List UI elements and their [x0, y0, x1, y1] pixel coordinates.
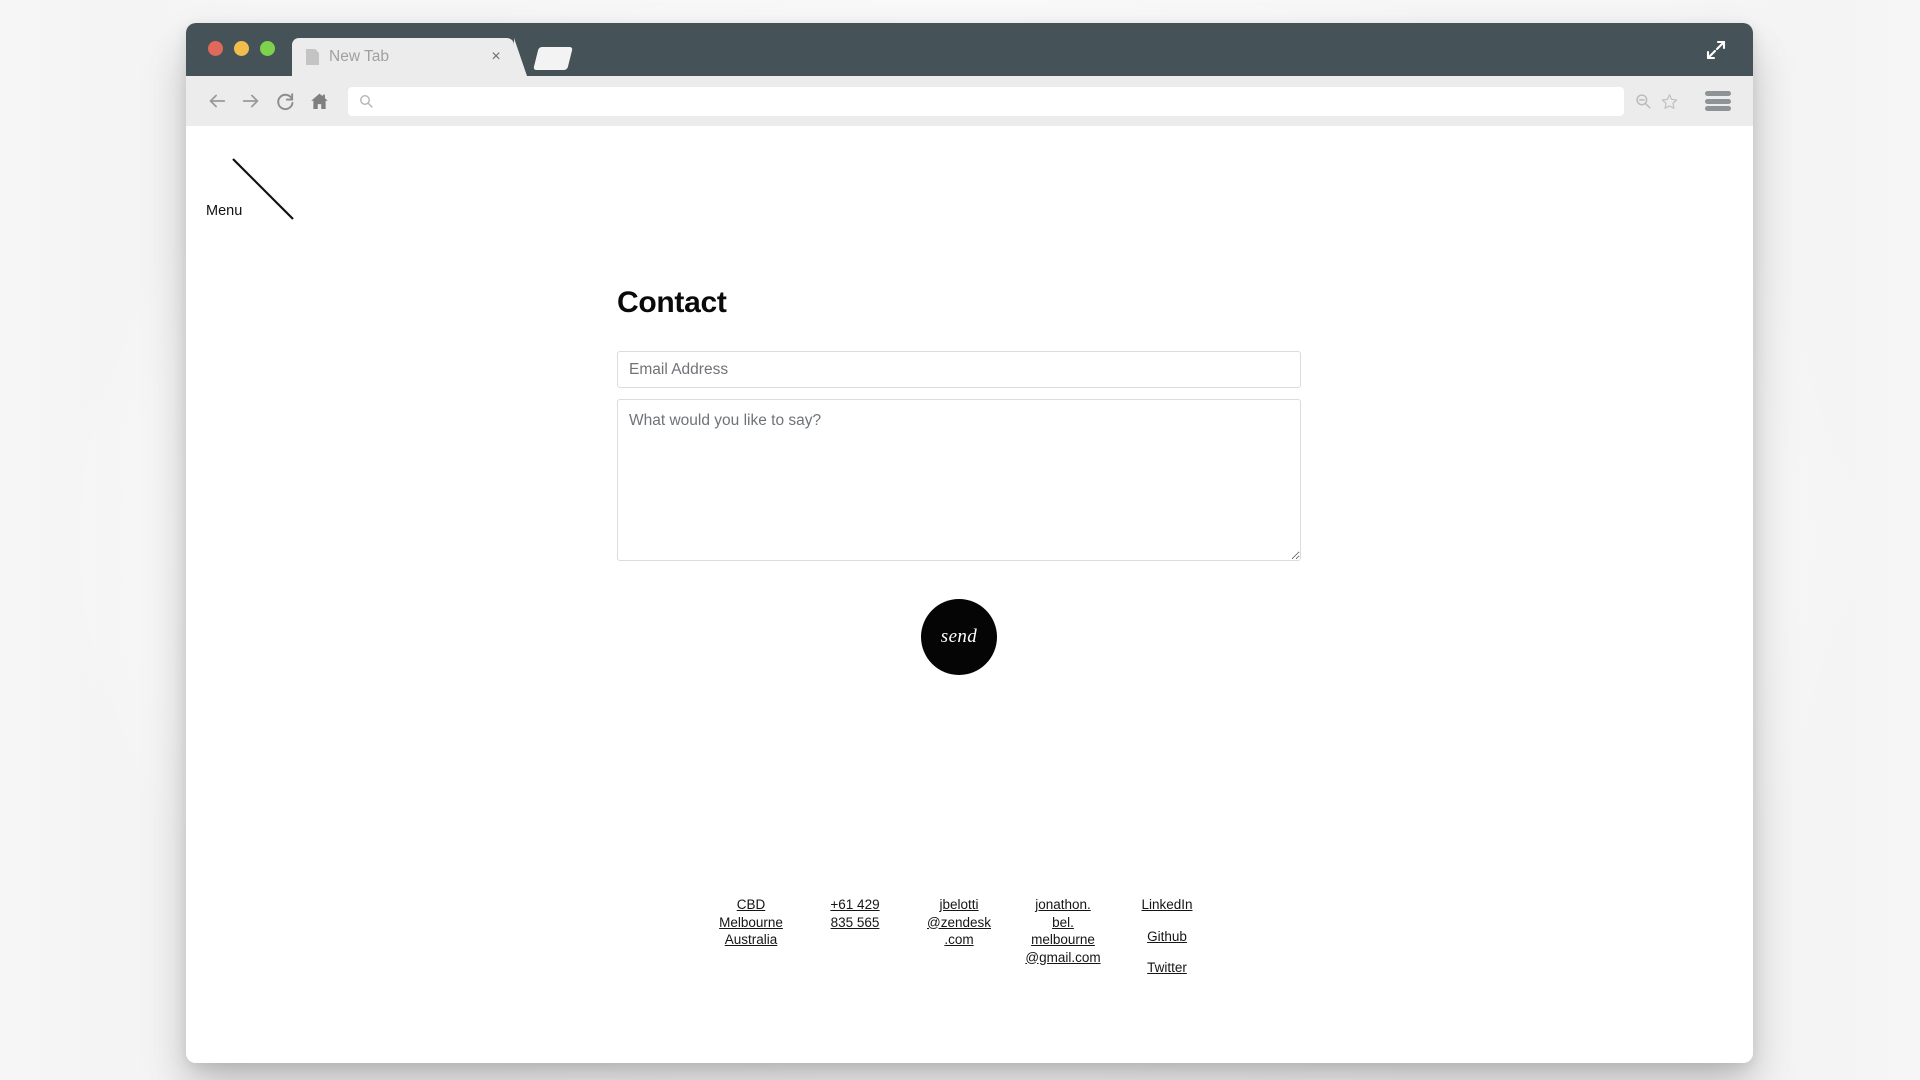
close-icon[interactable]: ×	[488, 49, 504, 65]
star-icon[interactable]	[1660, 92, 1679, 111]
page-title: Contact	[617, 286, 727, 319]
footer-column-personal-email: jonathon. bel. melbourne @gmail.com	[1011, 896, 1115, 977]
address-line-3[interactable]: Australia	[699, 931, 803, 949]
address-line-1[interactable]: CBD	[699, 896, 803, 914]
social-link-twitter[interactable]: Twitter	[1115, 959, 1219, 977]
arrow-right-icon	[242, 94, 259, 108]
tab-title: New Tab	[329, 48, 390, 65]
work-email-line-3[interactable]: .com	[907, 931, 1011, 949]
browser-window: New Tab × Menu Contact Email Address Wha…	[186, 23, 1753, 1063]
back-button[interactable]	[200, 84, 234, 118]
close-window-button[interactable]	[208, 41, 223, 56]
new-tab-button[interactable]	[533, 47, 573, 70]
home-icon	[310, 93, 328, 109]
reload-icon	[276, 92, 293, 110]
zoom-out-icon[interactable]	[1634, 92, 1652, 110]
social-link-github[interactable]: Github	[1115, 928, 1219, 946]
forward-button[interactable]	[234, 84, 268, 118]
window-controls	[208, 41, 275, 56]
tab-new-tab[interactable]: New Tab ×	[292, 38, 527, 76]
address-line-2[interactable]: Melbourne	[699, 914, 803, 932]
footer-column-phone: +61 429 835 565	[803, 896, 907, 977]
url-input[interactable]	[382, 86, 1614, 116]
footer-column-social: LinkedIn Github Twitter	[1115, 896, 1219, 977]
page-viewport: Menu Contact send CBD Melbourne Australi…	[186, 126, 1753, 1063]
work-email-line-1[interactable]: jbelotti	[907, 896, 1011, 914]
home-button[interactable]	[302, 84, 336, 118]
contact-footer: CBD Melbourne Australia +61 429 835 565 …	[617, 896, 1301, 977]
browser-toolbar	[186, 76, 1753, 126]
personal-email-line-4[interactable]: @gmail.com	[1011, 949, 1115, 967]
personal-email-line-1[interactable]: jonathon.	[1011, 896, 1115, 914]
tab-strip: New Tab ×	[292, 38, 573, 76]
site-menu-toggle[interactable]: Menu	[206, 152, 316, 232]
send-button-wrapper: send	[617, 599, 1301, 675]
social-link-linkedin[interactable]: LinkedIn	[1115, 896, 1219, 914]
email-field[interactable]	[617, 351, 1301, 388]
address-bar[interactable]	[348, 86, 1624, 116]
message-field[interactable]	[617, 399, 1301, 561]
search-icon	[358, 93, 374, 109]
footer-column-work-email: jbelotti @zendesk .com	[907, 896, 1011, 977]
address-bar-actions	[1634, 92, 1679, 111]
work-email-line-2[interactable]: @zendesk	[907, 914, 1011, 932]
minimize-window-button[interactable]	[234, 41, 249, 56]
document-icon	[306, 49, 319, 65]
browser-title-bar: New Tab ×	[186, 23, 1753, 76]
footer-column-address: CBD Melbourne Australia	[699, 896, 803, 977]
send-button[interactable]: send	[921, 599, 997, 675]
arrow-left-icon	[209, 94, 226, 108]
site-menu-label: Menu	[206, 203, 243, 219]
personal-email-line-2[interactable]: bel.	[1011, 914, 1115, 932]
maximize-window-button[interactable]	[260, 41, 275, 56]
phone-line-1[interactable]: +61 429	[803, 896, 907, 914]
contact-section: Contact send	[617, 286, 1301, 675]
phone-line-2[interactable]: 835 565	[803, 914, 907, 932]
hamburger-menu-icon[interactable]	[1705, 91, 1731, 111]
reload-button[interactable]	[268, 84, 302, 118]
expand-arrows-icon[interactable]	[1704, 38, 1728, 62]
personal-email-line-3[interactable]: melbourne	[1011, 931, 1115, 949]
